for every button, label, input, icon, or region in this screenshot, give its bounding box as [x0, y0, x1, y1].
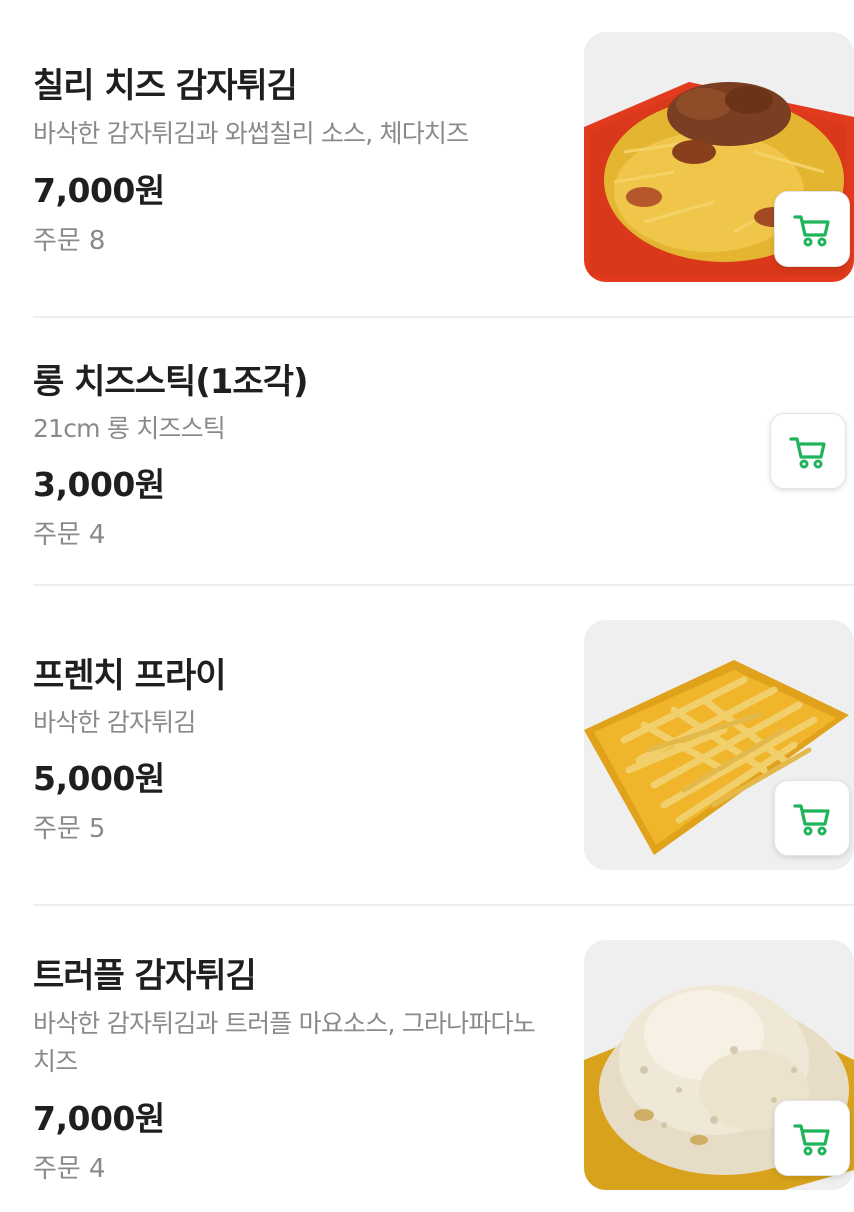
- menu-item-order-count: 주문 4: [33, 514, 105, 551]
- order-count-value: 5: [88, 814, 106, 844]
- menu-item-name: 칠리 치즈 감자튀김: [33, 66, 298, 106]
- menu-item-price: 7,000원: [33, 171, 165, 210]
- menu-item-description: 바삭한 감자튀김과 트러플 마요소스, 그라나파다노 치즈: [33, 1009, 536, 1076]
- menu-item-description: 바삭한 감자튀김: [33, 708, 196, 737]
- menu-item-name: 트러플 감자튀김: [33, 956, 257, 996]
- menu-item-name: 프렌치 프라이: [33, 656, 227, 696]
- add-to-cart-button[interactable]: [774, 780, 850, 856]
- menu-item-price: 3,000원: [33, 465, 165, 504]
- menu-item-truffle-fries[interactable]: 트러플 감자튀김 바삭한 감자튀김과 트러플 마요소스, 그라나파다노 치즈 7…: [0, 906, 854, 1212]
- menu-list: 칠리 치즈 감자튀김 바삭한 감자튀김과 와썹칠리 소스, 체다치즈 7,000…: [0, 0, 854, 1212]
- menu-item-price: 5,000원: [33, 759, 165, 798]
- cart-icon: [793, 1124, 830, 1156]
- menu-item-name: 롱 치즈스틱(1조각): [33, 362, 309, 402]
- menu-item-french-fries[interactable]: 프렌치 프라이 바삭한 감자튀김 5,000원 주문 5: [0, 586, 854, 906]
- cart-icon: [793, 804, 830, 836]
- order-count-value: 4: [88, 520, 106, 550]
- cart-icon: [793, 215, 830, 247]
- menu-item-description: 바삭한 감자튀김과 와썹칠리 소스, 체다치즈: [33, 119, 469, 148]
- order-count-value: 8: [88, 226, 106, 256]
- menu-item-order-count: 주문 4: [33, 1148, 105, 1185]
- menu-item-long-cheese-stick[interactable]: 롱 치즈스틱(1조각) 21cm 롱 치즈스틱 3,000원 주문 4: [0, 318, 854, 584]
- order-count-value: 4: [88, 1154, 106, 1184]
- menu-item-price: 7,000원: [33, 1099, 165, 1138]
- order-count-label: 주문: [33, 520, 81, 550]
- add-to-cart-button[interactable]: [774, 1100, 850, 1176]
- order-count-label: 주문: [33, 1154, 81, 1184]
- order-count-label: 주문: [33, 814, 81, 844]
- menu-item-order-count: 주문 8: [33, 220, 105, 257]
- add-to-cart-button[interactable]: [774, 191, 850, 267]
- menu-item-description: 21cm 롱 치즈스틱: [33, 414, 226, 443]
- order-count-label: 주문: [33, 226, 81, 256]
- menu-item-chili-cheese-fries[interactable]: 칠리 치즈 감자튀김 바삭한 감자튀김과 와썹칠리 소스, 체다치즈 7,000…: [0, 0, 854, 318]
- add-to-cart-button[interactable]: [770, 413, 846, 489]
- cart-icon: [789, 437, 826, 469]
- menu-item-order-count: 주문 5: [33, 808, 105, 845]
